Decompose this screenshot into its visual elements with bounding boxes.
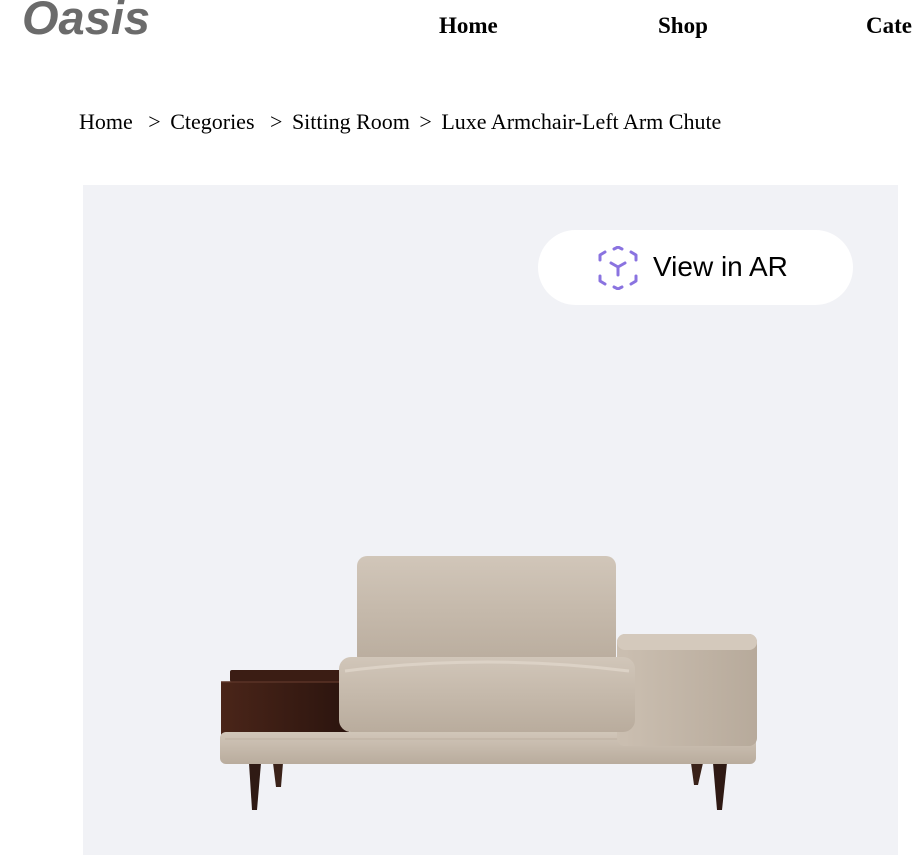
breadcrumb-sitting-room[interactable]: Sitting Room <box>292 109 410 134</box>
nav-shop-link[interactable]: Shop <box>658 14 708 37</box>
product-image-stage: View in AR <box>83 185 898 855</box>
breadcrumb-current-product: Luxe Armchair-Left Arm Chute <box>441 109 722 134</box>
nav-home-link[interactable]: Home <box>439 14 498 37</box>
view-in-ar-label: View in AR <box>653 251 788 282</box>
logo[interactable]: Oasis <box>22 0 150 41</box>
breadcrumb-home[interactable]: Home <box>79 109 133 134</box>
armchair-product-image <box>220 556 757 810</box>
breadcrumb: Home > Ctegories > Sitting Room > Luxe A… <box>79 111 721 133</box>
view-in-ar-button[interactable]: View in AR <box>538 230 853 305</box>
ar-cube-icon <box>598 246 638 290</box>
breadcrumb-separator: > <box>419 109 432 134</box>
breadcrumb-categories[interactable]: Ctegories <box>170 109 254 134</box>
breadcrumb-separator: > <box>270 109 283 134</box>
breadcrumb-separator: > <box>148 109 161 134</box>
nav-categories-link[interactable]: Cate <box>866 14 912 37</box>
